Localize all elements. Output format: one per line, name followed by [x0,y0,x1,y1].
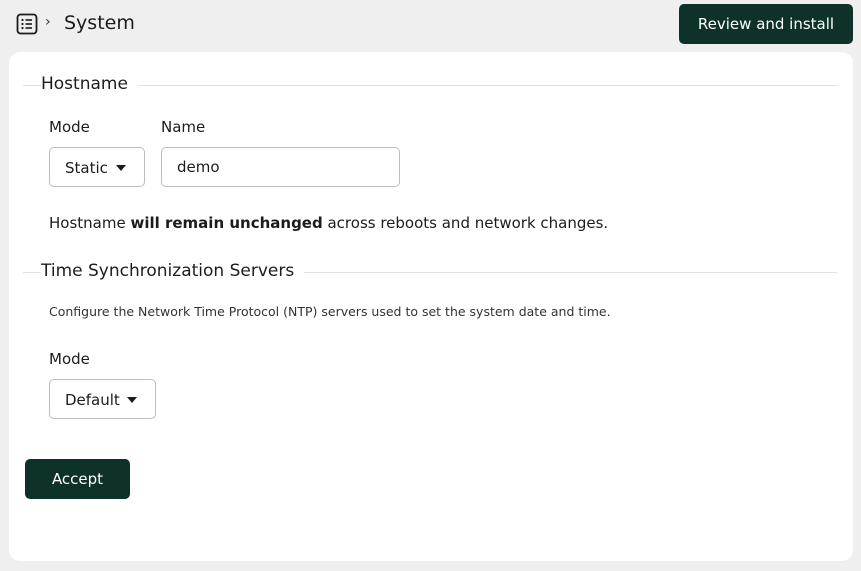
hostname-mode-value: Static [65,159,108,177]
divider [23,85,837,86]
hostname-mode-select[interactable]: Static [49,147,145,187]
hostname-hint-emphasis: will remain unchanged [130,214,323,232]
chevron-right-icon: › [45,14,51,30]
hostname-name-input[interactable] [161,147,400,187]
caret-down-icon [116,165,126,171]
hostname-hint: Hostname will remain unchanged across re… [49,214,608,232]
hostname-hint-prefix: Hostname [49,214,131,232]
hostname-mode-label: Mode [49,118,90,136]
accept-button[interactable]: Accept [25,459,130,499]
time-sync-section-header: Time Synchronization Servers [23,261,837,283]
review-and-install-button[interactable]: Review and install [679,4,853,44]
time-sync-description: Configure the Network Time Protocol (NTP… [49,304,611,319]
hostname-section-title: Hostname [41,74,138,94]
time-sync-mode-select[interactable]: Default [49,379,156,419]
hostname-name-label: Name [161,118,206,136]
time-sync-mode-value: Default [65,391,120,409]
hostname-hint-suffix: across reboots and network changes. [322,214,609,232]
list-menu-icon[interactable] [16,13,38,35]
time-sync-section-title: Time Synchronization Servers [41,261,305,281]
time-sync-mode-label: Mode [49,350,90,368]
hostname-section-header: Hostname [23,74,837,96]
caret-down-icon [127,397,137,403]
page-title: System [64,12,135,34]
settings-panel: Hostname Mode Name Static Hostname will … [9,52,853,561]
top-bar: › System Review and install [0,0,861,50]
